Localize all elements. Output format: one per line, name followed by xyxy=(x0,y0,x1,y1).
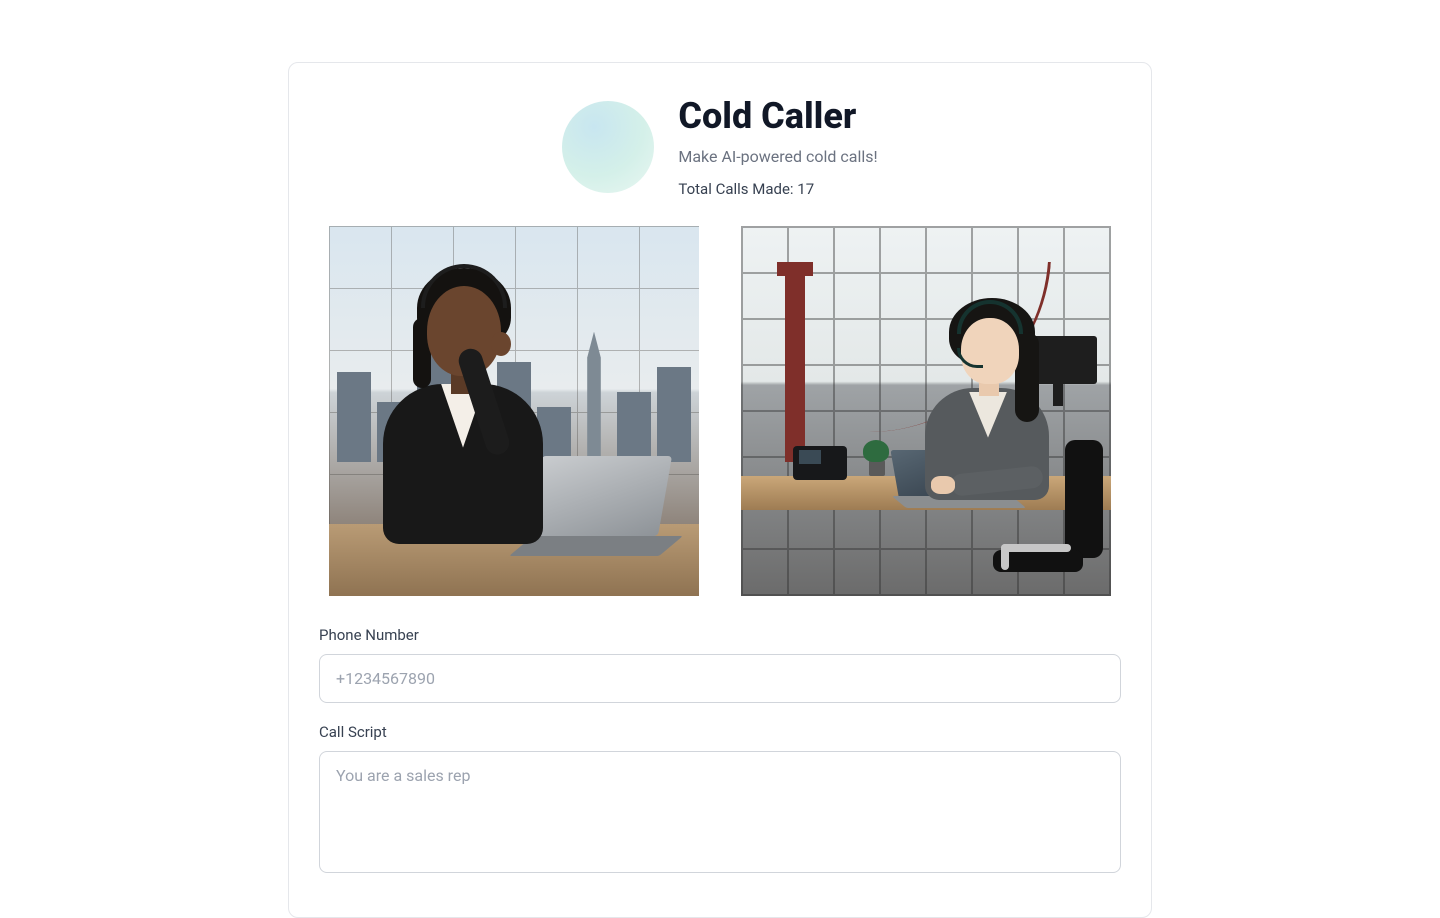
hero-image-row xyxy=(329,226,1111,596)
header-text-block: Cold Caller Make AI-powered cold calls! … xyxy=(678,97,877,198)
header: Cold Caller Make AI-powered cold calls! … xyxy=(319,97,1121,198)
app-logo-icon xyxy=(562,101,654,193)
hero-image-right xyxy=(741,226,1111,596)
phone-number-label: Phone Number xyxy=(319,626,1121,644)
total-calls-stat: Total Calls Made: 17 xyxy=(678,180,877,198)
call-script-input[interactable] xyxy=(319,751,1121,873)
phone-number-input[interactable] xyxy=(319,654,1121,703)
page-title: Cold Caller xyxy=(678,97,877,137)
page-subtitle: Make AI-powered cold calls! xyxy=(678,147,877,166)
main-card: Cold Caller Make AI-powered cold calls! … xyxy=(288,62,1152,918)
hero-image-left xyxy=(329,226,699,596)
call-script-field: Call Script xyxy=(319,723,1121,877)
phone-number-field: Phone Number xyxy=(319,626,1121,703)
call-script-label: Call Script xyxy=(319,723,1121,741)
